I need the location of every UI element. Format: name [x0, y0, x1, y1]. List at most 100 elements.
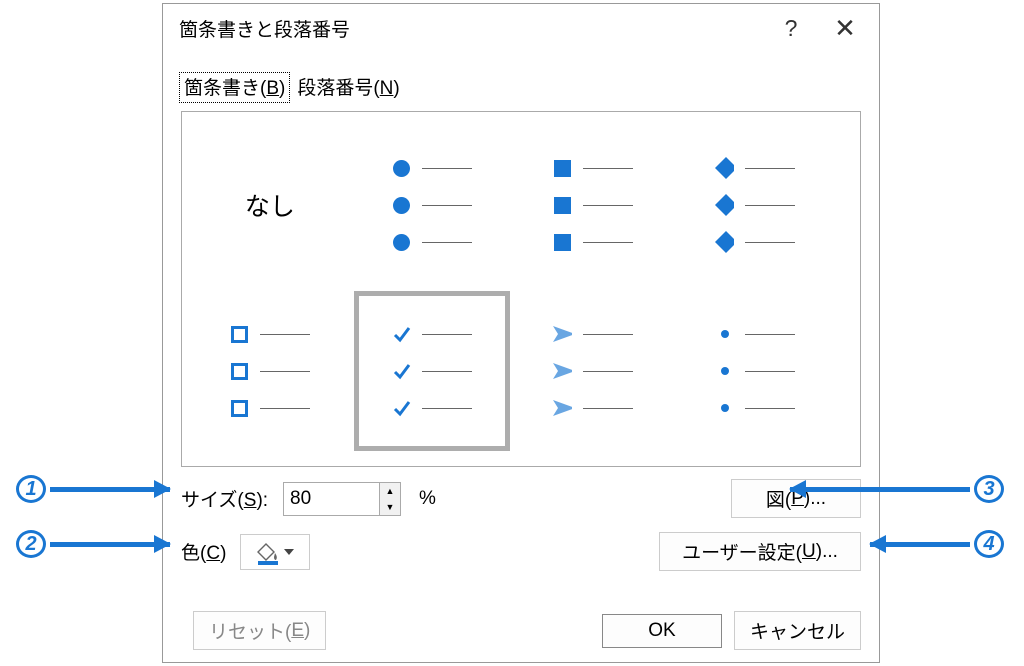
- tab-numbering[interactable]: 段落番号(N): [292, 72, 404, 103]
- size-label-pre: サイズ(: [181, 490, 244, 511]
- reset-button[interactable]: リセット(E): [193, 611, 326, 650]
- size-spinner[interactable]: ▲ ▼: [283, 482, 401, 516]
- bullet-hollow-square-icon: [230, 399, 249, 418]
- bullet-square-icon: [553, 196, 572, 215]
- dialog-title: 箇条書きと段落番号: [179, 15, 763, 42]
- bullet-check-icon: [392, 325, 411, 344]
- bullet-option-square[interactable]: [516, 125, 672, 285]
- bullet-line: [745, 205, 795, 206]
- bullet-row: [392, 362, 472, 381]
- color-label: 色(C): [181, 538, 226, 565]
- size-increment[interactable]: ▲: [380, 483, 400, 499]
- close-button[interactable]: ✕: [819, 7, 871, 49]
- annotation-4: 4: [870, 530, 1004, 558]
- color-row: 色(C): [181, 532, 521, 571]
- bullet-dot-icon: [715, 399, 734, 418]
- color-label-post: ): [220, 543, 226, 564]
- bullet-style-grid: なし: [181, 111, 861, 467]
- bullet-line: [745, 242, 795, 243]
- controls-area: サイズ(S): ▲ ▼ % 図(P)... 色(C): [163, 467, 879, 571]
- bullet-line: [745, 408, 795, 409]
- arrow-icon: [790, 487, 970, 492]
- bullet-line: [260, 408, 310, 409]
- customize-row: ユーザー設定(U)...: [521, 532, 861, 571]
- bullet-hollow-square-icon: [230, 362, 249, 381]
- bullet-row: [392, 399, 472, 418]
- color-label-pre: 色(: [181, 543, 206, 564]
- annotation-number: 1: [16, 475, 46, 503]
- bullet-line: [583, 205, 633, 206]
- bullet-row: [553, 362, 633, 381]
- bullet-row: [230, 362, 310, 381]
- bullet-row: [715, 399, 795, 418]
- bullet-check-icon: [392, 362, 411, 381]
- bullet-option-circle[interactable]: [354, 125, 510, 285]
- bullet-circle-icon: [392, 159, 411, 178]
- cancel-button[interactable]: キャンセル: [734, 611, 861, 650]
- bullet-arrow-icon: [553, 399, 572, 418]
- bullet-row: [715, 196, 795, 215]
- bullet-option-dot[interactable]: [677, 291, 833, 451]
- annotation-1: 1: [16, 475, 170, 503]
- annotation-number: 2: [16, 530, 46, 558]
- bullet-option-check[interactable]: [354, 291, 510, 451]
- bullet-row: [553, 325, 633, 344]
- bullet-row: [553, 196, 633, 215]
- color-picker-button[interactable]: [240, 534, 310, 570]
- bullet-line: [422, 371, 472, 372]
- percent-label: %: [419, 488, 436, 510]
- bullet-option-diamond[interactable]: [677, 125, 833, 285]
- tab-strip: 箇条書き(B) 段落番号(N): [163, 52, 879, 103]
- bullets-numbering-dialog: 箇条書きと段落番号 ? ✕ 箇条書き(B) 段落番号(N) なし: [162, 3, 880, 663]
- customize-button[interactable]: ユーザー設定(U)...: [659, 532, 861, 571]
- tab-bullets[interactable]: 箇条書き(B): [179, 72, 290, 103]
- ok-button[interactable]: OK: [602, 614, 722, 648]
- bullet-line: [745, 371, 795, 372]
- bullet-square-icon: [553, 233, 572, 252]
- bullet-line: [422, 205, 472, 206]
- reset-label-post: ): [304, 620, 310, 642]
- tab-numbering-label-pre: 段落番号(: [297, 78, 379, 99]
- bullet-row: [392, 233, 472, 252]
- reset-key: E: [291, 620, 304, 642]
- bullet-arrow-icon: [553, 325, 572, 344]
- bullet-dot-icon: [715, 325, 734, 344]
- bullet-option-hollow-square[interactable]: [192, 291, 348, 451]
- bullet-row: [553, 233, 633, 252]
- size-decrement[interactable]: ▼: [380, 499, 400, 515]
- bullet-row: [553, 399, 633, 418]
- bullet-line: [583, 168, 633, 169]
- bullet-row: [715, 362, 795, 381]
- bullet-line: [583, 334, 633, 335]
- annotation-2: 2: [16, 530, 170, 558]
- arrow-icon: [50, 542, 170, 547]
- annotation-number: 3: [974, 475, 1004, 503]
- bullet-circle-icon: [392, 196, 411, 215]
- bullet-hollow-square-icon: [230, 325, 249, 344]
- bullet-square-icon: [553, 159, 572, 178]
- bullet-line: [260, 371, 310, 372]
- tab-numbering-label-post: ): [393, 78, 399, 99]
- bullet-row: [392, 159, 472, 178]
- size-row: サイズ(S): ▲ ▼ %: [181, 479, 521, 518]
- bullet-diamond-icon: [715, 233, 734, 252]
- tab-bullets-label-post: ): [279, 78, 285, 99]
- tab-bullets-label-pre: 箇条書き(: [184, 78, 266, 99]
- titlebar: 箇条書きと段落番号 ? ✕: [163, 4, 879, 52]
- size-input[interactable]: [284, 483, 379, 515]
- size-key: S: [244, 490, 257, 511]
- bullet-option-none[interactable]: なし: [192, 125, 348, 285]
- arrow-icon: [50, 487, 170, 492]
- bullet-line: [745, 334, 795, 335]
- help-button[interactable]: ?: [763, 7, 819, 49]
- bullet-option-arrow[interactable]: [516, 291, 672, 451]
- bullet-row: [715, 325, 795, 344]
- arrow-icon: [870, 542, 970, 547]
- customize-key: U: [802, 541, 816, 563]
- dropdown-caret-icon: [284, 549, 294, 555]
- bullet-line: [422, 168, 472, 169]
- bullet-line: [583, 371, 633, 372]
- bullet-line: [422, 408, 472, 409]
- bullet-circle-icon: [392, 233, 411, 252]
- annotation-3: 3: [790, 475, 1004, 503]
